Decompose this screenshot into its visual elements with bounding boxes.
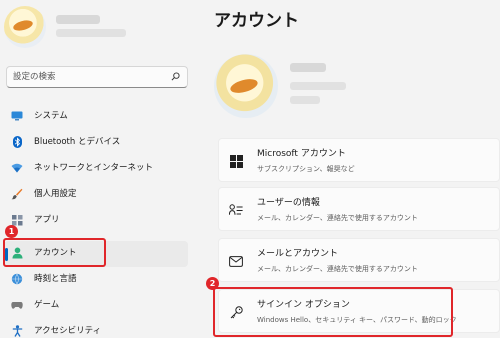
sidebar-item-accessibility[interactable]: アクセシビリティ — [0, 319, 192, 338]
globe-clock-icon — [11, 273, 23, 285]
step-badge-2: 2 — [206, 277, 219, 290]
accessibility-icon — [11, 325, 23, 337]
sidebar-item-bluetooth[interactable]: Bluetooth とデバイス — [0, 130, 192, 156]
gamepad-icon — [11, 299, 23, 311]
account-avatar[interactable] — [214, 54, 278, 118]
sidebar-item-label: Bluetooth とデバイス — [34, 137, 121, 147]
bluetooth-icon — [11, 136, 23, 148]
card-email-accounts[interactable]: メールとアカウント メール、カレンダー、連絡先で使用するアカウント — [218, 238, 500, 282]
card-title: ユーザーの情報 — [257, 198, 320, 208]
card-subtitle: サブスクリプション、報奨など — [257, 165, 355, 173]
user-info-icon — [229, 203, 243, 217]
brush-icon — [11, 188, 23, 200]
page-title: アカウント — [214, 11, 299, 31]
user-email-blurred — [56, 29, 126, 37]
account-name-blurred — [290, 63, 326, 72]
sidebar-item-time-language[interactable]: 時刻と言語 — [0, 267, 192, 293]
highlight-box-accounts — [3, 238, 106, 267]
card-title: メールとアカウント — [257, 249, 339, 259]
search-icon[interactable] — [171, 72, 180, 81]
sidebar-item-label: 個人用設定 — [34, 189, 77, 199]
sidebar-item-system[interactable]: システム — [0, 104, 192, 130]
sidebar-item-personalization[interactable]: 個人用設定 — [0, 182, 192, 208]
wifi-icon — [11, 162, 23, 174]
account-email-blurred — [290, 82, 346, 90]
search-input[interactable] — [13, 69, 163, 85]
step-badge-1: 1 — [5, 225, 18, 238]
highlight-box-sign-in-options — [213, 287, 453, 337]
card-title: Microsoft アカウント — [257, 149, 346, 159]
sidebar-item-network[interactable]: ネットワークとインターネット — [0, 156, 192, 182]
monitor-icon — [11, 110, 23, 122]
sidebar-item-label: 時刻と言語 — [34, 274, 77, 284]
account-type-blurred — [290, 96, 320, 104]
sidebar-item-label: アクセシビリティ — [34, 326, 102, 336]
sidebar: システム Bluetooth とデバイス ネットワークとインターネット 個人用設… — [0, 0, 192, 338]
card-microsoft-account[interactable]: Microsoft アカウント サブスクリプション、報奨など — [218, 138, 500, 182]
user-name-blurred — [56, 15, 100, 24]
windows-logo-icon — [229, 154, 243, 168]
sidebar-item-label: システム — [34, 111, 68, 121]
sidebar-item-gaming[interactable]: ゲーム — [0, 293, 192, 319]
card-subtitle: メール、カレンダー、連絡先で使用するアカウント — [257, 265, 418, 273]
settings-search-box[interactable] — [6, 66, 188, 88]
sidebar-item-label: アプリ — [34, 215, 60, 225]
sidebar-item-label: ゲーム — [34, 300, 60, 310]
card-your-info[interactable]: ユーザーの情報 メール、カレンダー、連絡先で使用するアカウント — [218, 187, 500, 231]
sidebar-item-apps[interactable]: アプリ — [0, 208, 192, 234]
card-subtitle: メール、カレンダー、連絡先で使用するアカウント — [257, 214, 418, 222]
mail-icon — [229, 254, 243, 268]
user-avatar[interactable] — [4, 6, 46, 48]
sidebar-item-label: ネットワークとインターネット — [34, 163, 154, 173]
